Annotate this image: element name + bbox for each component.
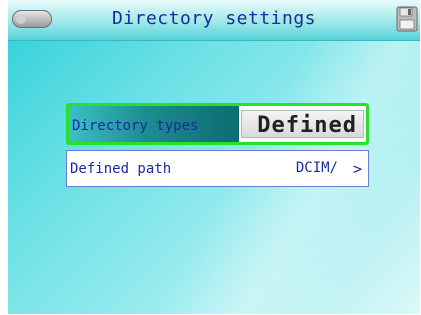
back-pill-icon bbox=[16, 14, 26, 24]
back-button[interactable] bbox=[12, 10, 52, 28]
floppy-disk-icon bbox=[396, 6, 418, 32]
value-selector[interactable]: Defined bbox=[241, 110, 364, 138]
title-bar: Directory settings bbox=[8, 0, 420, 41]
settings-screen: Directory settings Directory types Defin… bbox=[8, 0, 420, 314]
setting-label: Defined path bbox=[70, 161, 172, 177]
setting-label: Directory types bbox=[72, 118, 199, 134]
save-button[interactable] bbox=[396, 6, 418, 32]
setting-row-defined-path[interactable]: Defined path DCIM/ > bbox=[66, 150, 369, 187]
setting-value: DCIM/ bbox=[295, 160, 338, 176]
setting-row-directory-types[interactable]: Directory types Defined bbox=[66, 103, 369, 145]
page-title: Directory settings bbox=[111, 8, 317, 29]
chevron-right-icon: > bbox=[352, 160, 362, 178]
setting-value: Defined bbox=[257, 113, 357, 138]
